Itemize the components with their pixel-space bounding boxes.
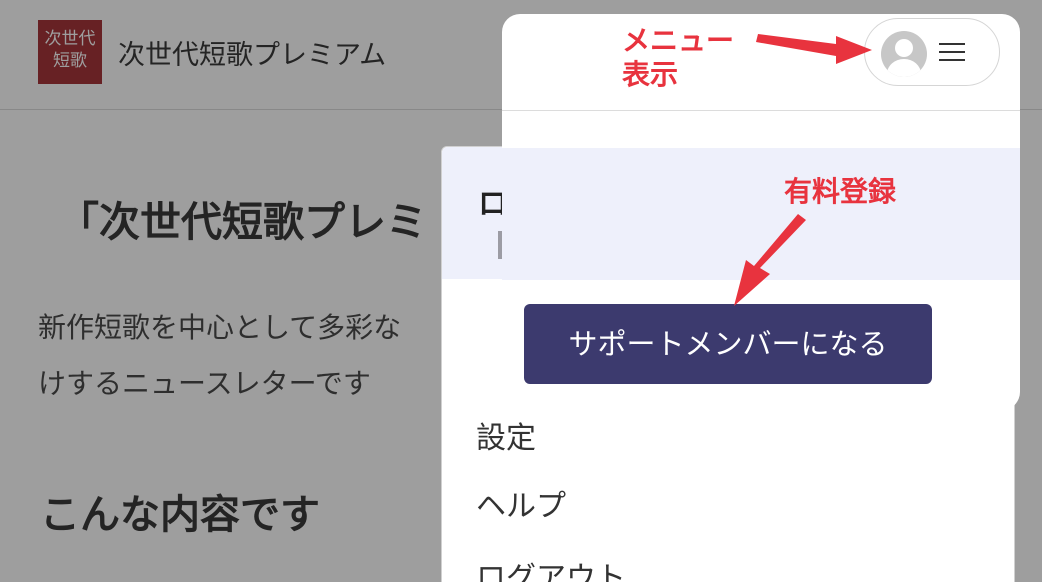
annotation-menu-line1: メニュー [622,24,735,57]
annotation-paid-registration: 有料登録 [784,175,897,208]
menu-item-help[interactable]: ヘルプ [476,481,566,525]
menu-item-logout[interactable]: ログアウト [476,553,626,582]
annotation-menu-display: メニュー 表示 [622,24,734,92]
header-divider [502,110,1020,111]
annotation-menu-line2: 表示 [622,58,679,91]
user-avatar-icon [881,31,927,77]
page: 次世代 短歌 次世代短歌プレミアム 「次世代短歌プレミ 新作短歌を中心として多彩… [0,0,1042,582]
support-member-button[interactable]: サポートメンバーになる [524,304,932,384]
user-menu-toggle[interactable] [864,18,1000,86]
menu-item-settings[interactable]: 設定 [476,413,536,457]
highlight-callout: サポートメンバーになる [502,14,1020,410]
hamburger-menu-icon [939,41,965,63]
login-area-highlight [502,148,1020,280]
